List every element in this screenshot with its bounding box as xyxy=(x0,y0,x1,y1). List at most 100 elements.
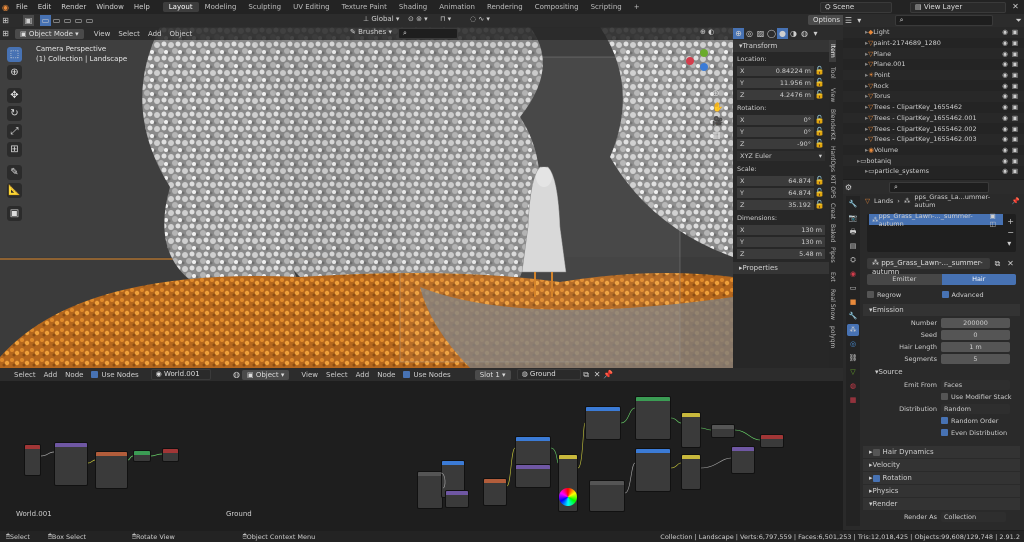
seed-field[interactable]: Seed 0 xyxy=(863,329,1024,340)
visibility-icon[interactable]: ⊕ xyxy=(733,28,744,39)
measure-tool-icon[interactable]: 📐 xyxy=(7,183,22,198)
outliner-row[interactable]: ▸ ☀ Point ◉ ▣ xyxy=(843,69,1024,81)
number-field[interactable]: Number 200000 xyxy=(863,317,1024,328)
tab-creat[interactable]: Creat xyxy=(829,200,836,222)
render-camera-icon[interactable]: ▣ xyxy=(1012,167,1018,175)
visibility-eye-icon[interactable]: ◉ xyxy=(1002,92,1008,100)
visibility-eye-icon[interactable]: ◉ xyxy=(1002,28,1008,36)
outliner-row[interactable]: ▸ ◉ Volume ◉ ▣ xyxy=(843,145,1024,156)
filter-icon[interactable]: ⏷ xyxy=(1013,15,1024,26)
transform-tool-icon[interactable]: ⊞ xyxy=(7,142,22,157)
render-camera-icon[interactable]: ▣ xyxy=(1012,39,1018,47)
outliner-row[interactable]: ▸ ▽ Trees - ClipartKey_1655462.001 ◉ ▣ xyxy=(843,112,1024,124)
remove-system-icon[interactable]: − xyxy=(1007,227,1014,238)
render-as-dropdown[interactable]: Render As Collection xyxy=(863,511,1020,522)
visibility-eye-icon[interactable]: ◉ xyxy=(1002,146,1008,154)
rotation-header[interactable]: ▸ Rotation xyxy=(863,472,1020,484)
lock-icon[interactable]: 🔓 xyxy=(814,114,825,125)
outliner-row[interactable]: ▸ ▭ particle_systems ◉ ▣ xyxy=(843,166,1024,177)
visibility-eye-icon[interactable]: ◉ xyxy=(1002,135,1008,143)
lock-icon[interactable]: 🔓 xyxy=(814,175,825,186)
cursor-tool-icon[interactable]: ⊕ xyxy=(7,65,22,80)
shading-wire-icon[interactable]: ◯ xyxy=(766,28,777,39)
perspective-toggle-icon[interactable]: ▦ xyxy=(712,129,723,143)
tab-polyqm[interactable]: polyqm xyxy=(829,322,836,352)
output-tab-icon[interactable]: 🖶 xyxy=(847,226,859,238)
visibility-eye-icon[interactable]: ◉ xyxy=(1002,167,1008,175)
tab-animation[interactable]: Animation xyxy=(433,2,481,12)
tab-tool[interactable]: Tool xyxy=(829,62,836,84)
tab-item[interactable]: Item xyxy=(829,40,836,62)
outliner-row[interactable]: ▸ ▽ paint-2174689_1280 ◉ ▣ xyxy=(843,38,1024,49)
gizmo-y-icon[interactable] xyxy=(700,49,708,57)
dimensions-y-row[interactable]: Y 130 m xyxy=(737,236,825,247)
lock-icon[interactable]: 🔓 xyxy=(814,187,825,198)
orientation-dropdown[interactable]: ⊥ Global ▾ xyxy=(363,15,399,23)
lock-icon[interactable]: 🔓 xyxy=(814,89,825,100)
render-camera-icon[interactable]: ▣ xyxy=(1012,135,1018,143)
render-camera-icon[interactable]: ▣ xyxy=(1012,92,1018,100)
scale-x-row[interactable]: X 64.874 🔓 xyxy=(737,175,825,186)
pan-hand-icon[interactable]: ✋ xyxy=(712,101,723,115)
tab-pipes[interactable]: Pipes xyxy=(829,244,836,266)
checked-box-icon[interactable] xyxy=(872,474,880,482)
object-tab-icon[interactable]: ■ xyxy=(847,296,859,308)
select-subtract-icon[interactable]: ▭ xyxy=(62,15,73,26)
tab-ext[interactable]: Ext xyxy=(829,266,836,288)
tab-blenderkit[interactable]: BlenderKit xyxy=(829,106,836,144)
3d-viewport[interactable]: Camera Perspective (1) Collection | Land… xyxy=(0,27,733,368)
lock-icon[interactable]: 🔓 xyxy=(814,77,825,88)
constraints-tab-icon[interactable]: ⛓ xyxy=(847,352,859,364)
menu-window[interactable]: Window xyxy=(91,3,129,11)
shading-solid-icon[interactable]: ● xyxy=(777,28,788,39)
visibility-eye-icon[interactable]: ◉ xyxy=(1002,82,1008,90)
outliner-row[interactable]: ▸ ▽ Plane ◉ ▣ xyxy=(843,48,1024,60)
gizmo-x-icon[interactable] xyxy=(686,57,694,65)
tab-compositing[interactable]: Compositing xyxy=(529,2,585,12)
outliner-row[interactable]: ▸ ▽ Rock ◉ ▣ xyxy=(843,80,1024,91)
tab-uv-editing[interactable]: UV Editing xyxy=(287,2,336,12)
add-system-icon[interactable]: + xyxy=(1007,216,1014,227)
view-layer-selector[interactable]: ▤ View Layer xyxy=(910,2,1006,13)
select-box-icon[interactable]: ▭ xyxy=(40,15,51,26)
view-layer-tab-icon[interactable]: ▤ xyxy=(847,240,859,252)
material-tab-icon[interactable]: ◍ xyxy=(847,380,859,392)
outliner-row[interactable]: ▸ ▽ Plane.001 ◉ ▣ xyxy=(843,59,1024,70)
tab-shading[interactable]: Shading xyxy=(393,2,433,12)
select-mode-icon[interactable]: ▣ xyxy=(23,15,34,26)
rotation-x-row[interactable]: X 0° 🔓 xyxy=(737,114,825,125)
render-camera-icon[interactable]: ▣ xyxy=(1012,114,1018,122)
outliner-row[interactable]: ▸ ▽ Trees - ClipartKey_1655462.003 ◉ ▣ xyxy=(843,133,1024,145)
physics-header[interactable]: ▸ Physics xyxy=(863,485,1020,497)
render-camera-icon[interactable]: ▣ xyxy=(1012,125,1018,133)
xray-icon[interactable]: ▨ xyxy=(755,28,766,39)
properties-search-input[interactable]: ⌕ xyxy=(889,181,989,193)
zoom-icon[interactable]: ⊕ xyxy=(712,87,723,101)
visibility-eye-icon[interactable]: ◉ xyxy=(1002,71,1008,79)
camera-view-icon[interactable]: 🎥 xyxy=(712,115,723,129)
hair-toggle[interactable]: Hair xyxy=(941,274,1016,285)
visibility-eye-icon[interactable]: ◉ xyxy=(1002,125,1008,133)
dimensions-x-row[interactable]: X 130 m xyxy=(737,224,825,235)
shading-material-icon[interactable]: ◑ xyxy=(788,28,799,39)
tab-layout[interactable]: Layout xyxy=(162,2,199,12)
physics-tab-icon[interactable]: ◎ xyxy=(847,338,859,350)
outliner-editor-icon[interactable]: ☰ xyxy=(843,15,854,26)
outliner-row[interactable]: ▸ ▽ Trees - ClipartKey_1655462 ◉ ▣ xyxy=(843,102,1024,113)
tab-texture-paint[interactable]: Texture Paint xyxy=(336,2,393,12)
menu-file[interactable]: File xyxy=(11,3,33,11)
mode-dropdown[interactable]: ▣ Object Mode ▾ xyxy=(15,28,84,39)
random-order-checkbox[interactable]: Random Order xyxy=(863,415,1024,426)
snap-icon[interactable]: ⊓ ▾ xyxy=(440,15,451,23)
tab-sculpting[interactable]: Sculpting xyxy=(242,2,287,12)
rotation-mode-dropdown[interactable]: XYZ Euler ▾ xyxy=(737,150,825,161)
select-extend-icon[interactable]: ▭ xyxy=(51,15,62,26)
annotate-tool-icon[interactable]: ✎ xyxy=(7,165,22,180)
visibility-eye-icon[interactable]: ◉ xyxy=(1002,50,1008,58)
lock-icon[interactable]: 🔓 xyxy=(814,126,825,137)
tab-modeling[interactable]: Modeling xyxy=(199,2,243,12)
scene-selector[interactable]: ⛭ Scene xyxy=(820,2,892,13)
3d-view-icon[interactable]: ⊞ xyxy=(0,28,11,39)
brush-search-input[interactable]: ⌕ xyxy=(398,28,458,39)
particle-settings-field[interactable]: ⁂ pps_Grass_Lawn-..._summer-autumn xyxy=(867,258,990,276)
